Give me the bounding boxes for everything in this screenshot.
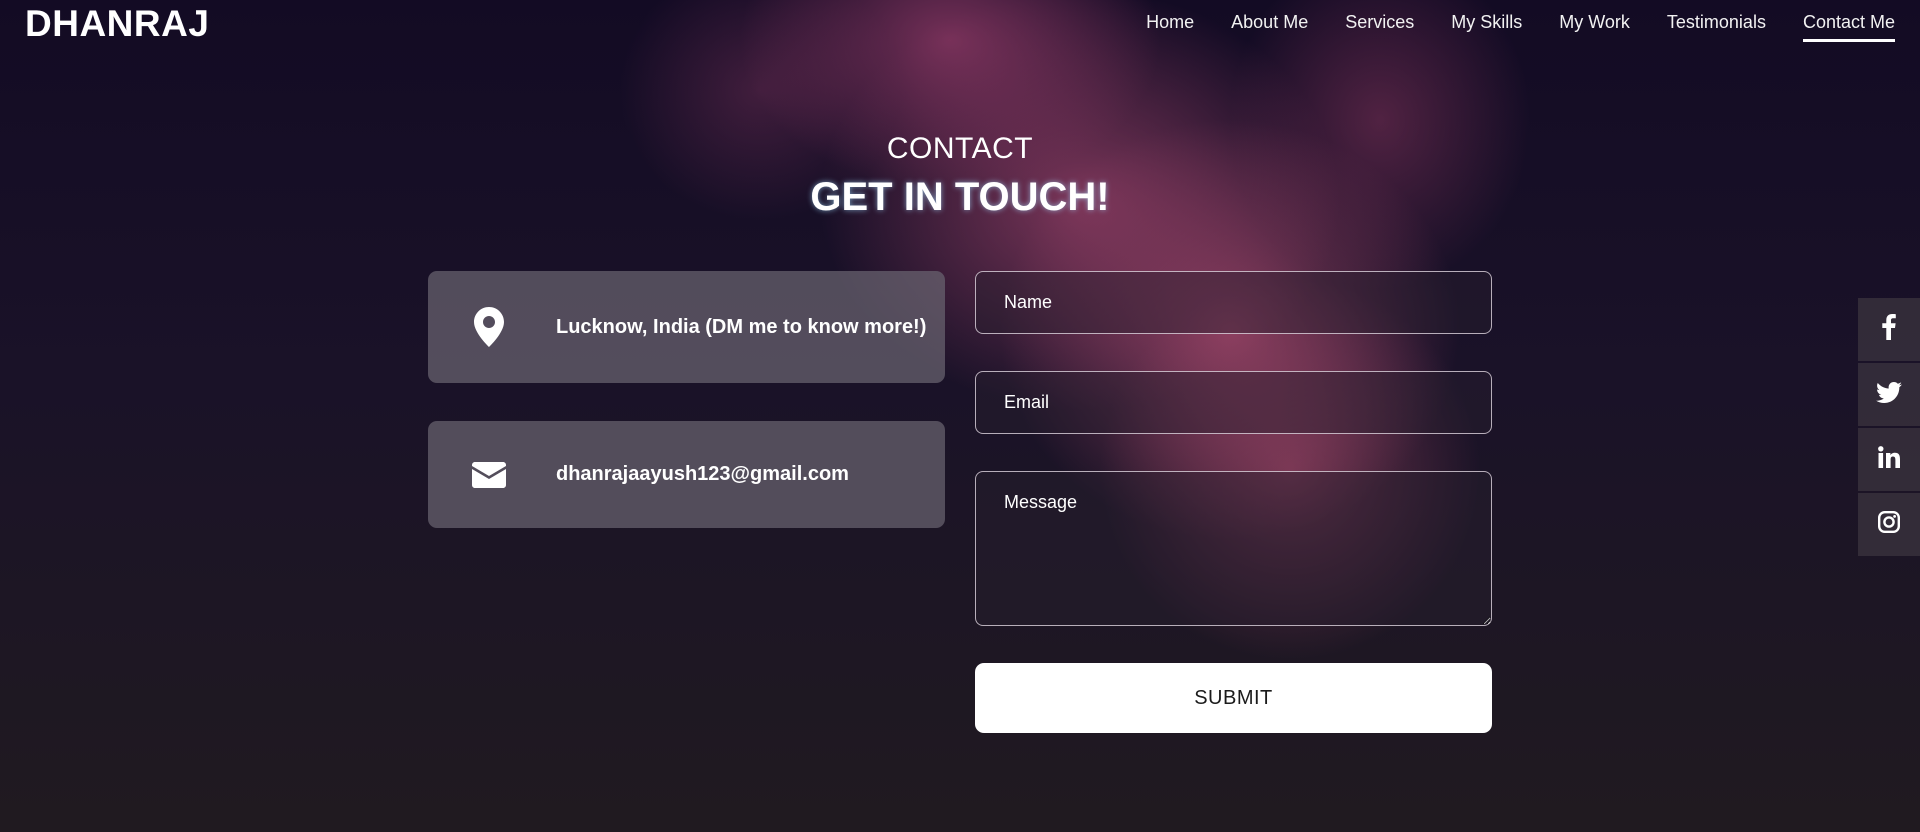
email-text[interactable]: dhanrajaayush123@gmail.com [556,463,849,486]
location-text: Lucknow, India (DM me to know more!) [556,315,927,338]
twitter-button[interactable] [1858,363,1920,426]
social-sidebar [1858,298,1920,558]
background-smoke [0,0,1920,832]
linkedin-button[interactable] [1858,428,1920,491]
brand-logo[interactable]: DHANRAJ [25,3,209,45]
nav-links: Home About Me Services My Skills My Work… [1109,12,1895,42]
twitter-icon [1876,381,1902,408]
navbar: DHANRAJ Home About Me Services My Skills… [0,0,1920,46]
name-input[interactable] [975,271,1492,334]
instagram-icon [1878,511,1901,538]
submit-button[interactable]: SUBMIT [975,663,1492,733]
section-title: GET IN TOUCH! [810,175,1110,219]
envelope-icon [467,453,511,497]
nav-item-home[interactable]: Home [1146,12,1194,42]
nav-item-my-skills[interactable]: My Skills [1451,12,1522,42]
nav-item-my-work[interactable]: My Work [1559,12,1630,42]
nav-item-contact-me[interactable]: Contact Me [1802,12,1895,42]
map-pin-icon [467,305,511,349]
section-subtitle: CONTACT [886,132,1034,165]
nav-item-about-me[interactable]: About Me [1231,12,1308,42]
facebook-button[interactable] [1858,298,1920,361]
email-input[interactable] [975,371,1492,434]
location-card: Lucknow, India (DM me to know more!) [428,271,945,383]
instagram-button[interactable] [1858,493,1920,556]
facebook-icon [1882,314,1896,345]
linkedin-icon [1878,446,1900,473]
email-card: dhanrajaayush123@gmail.com [428,421,945,528]
nav-item-services[interactable]: Services [1345,12,1414,42]
message-textarea[interactable] [975,471,1492,626]
nav-item-testimonials[interactable]: Testimonials [1667,12,1766,42]
